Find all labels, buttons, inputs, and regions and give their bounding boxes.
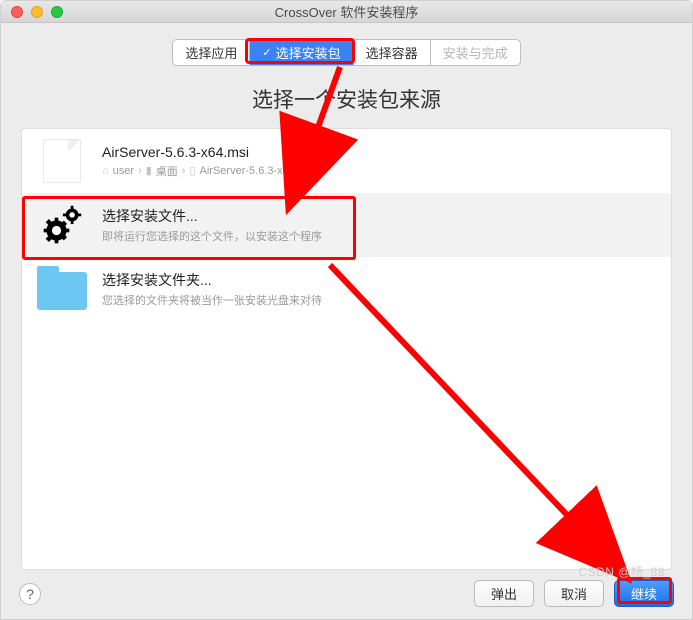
cancel-button[interactable]: 取消 [544,580,604,607]
help-button[interactable]: ? [19,583,41,605]
check-icon: ✓ [262,46,271,59]
source-list: AirServer-5.6.3-x64.msi ⌂ user › ▮ 桌面 › … [21,128,672,570]
breadcrumb-desktop: 桌面 [156,163,178,179]
choose-folder-title: 选择安装文件夹... [102,270,322,290]
step-choose-app[interactable]: 选择应用 [173,40,250,65]
breadcrumb: ⌂ user › ▮ 桌面 › ▯ AirServer-5.6.3-x64.ms… [102,163,315,179]
option-choose-folder[interactable]: 选择安装文件夹... 您选择的文件夹将被当作一张安装光盘来对待 [22,257,671,321]
traffic-lights [1,6,63,18]
steps-segmented-control: 选择应用 ✓ 选择安装包 选择容器 安装与完成 [172,39,520,66]
choose-file-subtitle: 即将运行您选择的这个文件，以安装这个程序 [102,228,322,244]
option-detected-file[interactable]: AirServer-5.6.3-x64.msi ⌂ user › ▮ 桌面 › … [22,129,671,193]
breadcrumb-file: AirServer-5.6.3-x64.msi [200,165,316,177]
window-frame: CrossOver 软件安装程序 选择应用 ✓ 选择安装包 选择容器 安装与完成… [0,0,693,620]
breadcrumb-user: user [113,165,134,177]
page-title: 选择一个安装包来源 [1,74,692,128]
step-choose-package[interactable]: ✓ 选择安装包 [250,40,353,65]
choose-folder-subtitle: 您选择的文件夹将被当作一张安装光盘来对待 [102,292,322,308]
close-icon[interactable] [11,6,23,18]
folder-mini-icon: ▮ [146,164,152,177]
option-choose-file[interactable]: 选择安装文件... 即将运行您选择的这个文件，以安装这个程序 [22,193,671,257]
msi-file-icon [36,139,88,183]
home-icon: ⌂ [102,165,109,177]
continue-button[interactable]: 继续 [614,580,674,607]
step-choose-container[interactable]: 选择容器 [354,40,431,65]
eject-button[interactable]: 弹出 [474,580,534,607]
footer: ? 弹出 取消 继续 [1,570,692,619]
minimize-icon[interactable] [31,6,43,18]
window-title: CrossOver 软件安装程序 [275,2,419,21]
zoom-icon[interactable] [51,6,63,18]
step-install-done: 安装与完成 [431,40,520,65]
file-title: AirServer-5.6.3-x64.msi [102,144,315,160]
titlebar: CrossOver 软件安装程序 [1,1,692,23]
gear-icon [36,203,88,247]
folder-icon [36,267,88,311]
choose-file-title: 选择安装文件... [102,206,322,226]
file-mini-icon: ▯ [189,164,195,177]
steps-bar: 选择应用 ✓ 选择安装包 选择容器 安装与完成 [1,23,692,74]
step-label: 选择安装包 [276,43,341,62]
